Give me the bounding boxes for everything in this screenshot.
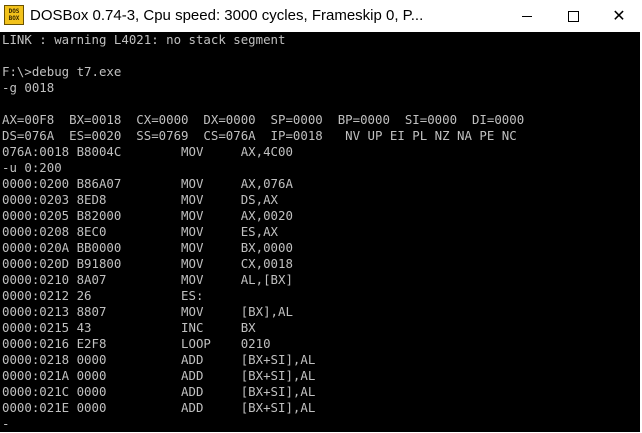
- console-line: 0000:0218 0000 ADD [BX+SI],AL: [2, 352, 316, 367]
- minimize-button[interactable]: [504, 0, 550, 32]
- console-line: 0000:0210 8A07 MOV AL,[BX]: [2, 272, 293, 287]
- console-line: 0000:0200 B86A07 MOV AX,076A: [2, 176, 293, 191]
- title-bar[interactable]: DOS BOX DOSBox 0.74-3, Cpu speed: 3000 c…: [0, 0, 642, 32]
- console-line: 0000:021E 0000 ADD [BX+SI],AL: [2, 400, 316, 415]
- console-line: -u 0:200: [2, 160, 62, 175]
- console-line: LINK : warning L4021: no stack segment: [2, 32, 286, 47]
- console-line: 0000:021C 0000 ADD [BX+SI],AL: [2, 384, 316, 399]
- console-line: 0000:020D B91800 MOV CX,0018: [2, 256, 293, 271]
- console-line: 0000:0203 8ED8 MOV DS,AX: [2, 192, 279, 207]
- console-line: -: [2, 416, 10, 431]
- console-line: 0000:020A BB0000 MOV BX,0000: [2, 240, 293, 255]
- console-line: 076A:0018 B8004C MOV AX,4C00: [2, 144, 293, 159]
- close-icon: ✕: [612, 6, 626, 25]
- close-button[interactable]: ✕: [596, 0, 642, 32]
- maximize-icon: [567, 10, 579, 22]
- window-title: DOSBox 0.74-3, Cpu speed: 3000 cycles, F…: [30, 7, 424, 24]
- console-line: -g 0018: [2, 80, 55, 95]
- console-line: 0000:0213 8807 MOV [BX],AL: [2, 304, 293, 319]
- console-line: AX=00F8 BX=0018 CX=0000 DX=0000 SP=0000 …: [2, 112, 525, 127]
- console-line: 0000:021A 0000 ADD [BX+SI],AL: [2, 368, 316, 383]
- console-line: DS=076A ES=0020 SS=0769 CS=076A IP=0018 …: [2, 128, 517, 143]
- console-line: 0000:0205 B82000 MOV AX,0020: [2, 208, 293, 223]
- dosbox-icon[interactable]: DOS BOX: [4, 5, 24, 25]
- dosbox-window: DOS BOX DOSBox 0.74-3, Cpu speed: 3000 c…: [0, 0, 642, 433]
- dos-console[interactable]: LINK : warning L4021: no stack segment F…: [0, 32, 640, 432]
- console-line: 0000:0216 E2F8 LOOP 0210: [2, 336, 271, 351]
- console-line: 0000:0208 8EC0 MOV ES,AX: [2, 224, 279, 239]
- minimize-icon: [522, 15, 532, 17]
- maximize-button[interactable]: [550, 0, 596, 32]
- icon-text-bottom: BOX: [8, 15, 20, 22]
- console-line: F:\>debug t7.exe: [2, 64, 122, 79]
- console-line: 0000:0212 26 ES:: [2, 288, 204, 303]
- icon-text-top: DOS: [8, 8, 20, 15]
- console-line: 0000:0215 43 INC BX: [2, 320, 256, 335]
